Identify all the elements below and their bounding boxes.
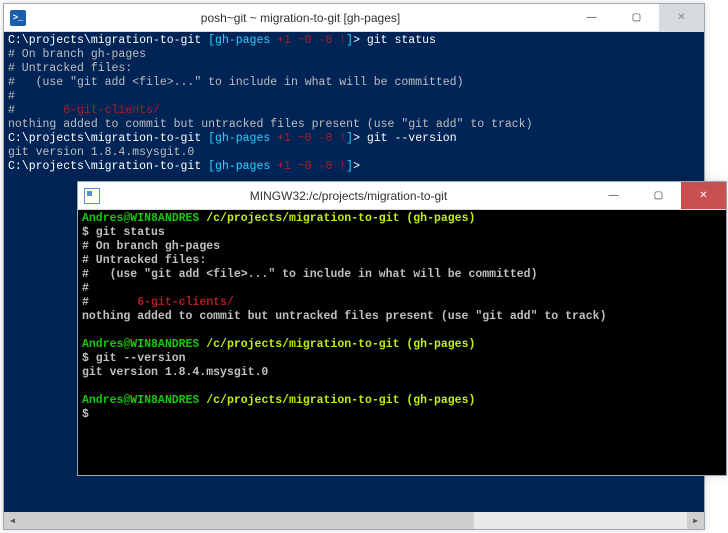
git-bash-window: MINGW32:/c/projects/migration-to-git — ▢… bbox=[77, 181, 727, 476]
terminal-line: # (use "git add <file>..." to include in… bbox=[8, 76, 700, 90]
terminal-line: git version 1.8.4.msysgit.0 bbox=[8, 146, 700, 160]
terminal-line: # (use "git add <file>..." to include in… bbox=[82, 268, 722, 282]
maximize-button[interactable]: ▢ bbox=[636, 182, 681, 209]
terminal-line bbox=[82, 380, 722, 394]
terminal-line: C:\projects\migration-to-git [gh-pages +… bbox=[8, 132, 700, 146]
close-button[interactable]: ✕ bbox=[681, 182, 726, 209]
minimize-button[interactable]: — bbox=[569, 4, 614, 31]
terminal-line: Andres@WIN8ANDRES /c/projects/migration-… bbox=[82, 212, 722, 226]
terminal-line: # On branch gh-pages bbox=[82, 240, 722, 254]
minimize-button[interactable]: — bbox=[591, 182, 636, 209]
git-bash-titlebar[interactable]: MINGW32:/c/projects/migration-to-git — ▢… bbox=[78, 182, 726, 210]
git-bash-icon bbox=[78, 182, 106, 210]
close-button[interactable]: ✕ bbox=[659, 4, 704, 31]
scroll-left-button[interactable]: ◀ bbox=[4, 512, 21, 529]
terminal-line: # 6-git-clients/ bbox=[8, 104, 700, 118]
window-controls: — ▢ ✕ bbox=[569, 4, 704, 31]
terminal-line: git version 1.8.4.msysgit.0 bbox=[82, 366, 722, 380]
git-bash-title: MINGW32:/c/projects/migration-to-git bbox=[106, 189, 591, 203]
maximize-button[interactable]: ▢ bbox=[614, 4, 659, 31]
terminal-line: nothing added to commit but untracked fi… bbox=[82, 310, 722, 324]
terminal-line: C:\projects\migration-to-git [gh-pages +… bbox=[8, 160, 700, 174]
window-controls: — ▢ ✕ bbox=[591, 182, 726, 209]
terminal-line: $ git status bbox=[82, 226, 722, 240]
powershell-icon: >_ bbox=[4, 4, 32, 32]
terminal-line: # bbox=[8, 90, 700, 104]
terminal-line: Andres@WIN8ANDRES /c/projects/migration-… bbox=[82, 338, 722, 352]
terminal-line: # Untracked files: bbox=[8, 62, 700, 76]
terminal-line: Andres@WIN8ANDRES /c/projects/migration-… bbox=[82, 394, 722, 408]
terminal-line: C:\projects\migration-to-git [gh-pages +… bbox=[8, 34, 700, 48]
terminal-line: # Untracked files: bbox=[82, 254, 722, 268]
terminal-line: $ bbox=[82, 408, 722, 422]
terminal-line: # On branch gh-pages bbox=[8, 48, 700, 62]
terminal-line: # 6-git-clients/ bbox=[82, 296, 722, 310]
scroll-thumb[interactable] bbox=[21, 512, 474, 529]
horizontal-scrollbar[interactable]: ◀ ▶ bbox=[4, 512, 704, 529]
git-bash-terminal[interactable]: Andres@WIN8ANDRES /c/projects/migration-… bbox=[78, 210, 726, 475]
scroll-track[interactable] bbox=[21, 512, 687, 529]
terminal-line: # bbox=[82, 282, 722, 296]
terminal-line: nothing added to commit but untracked fi… bbox=[8, 118, 700, 132]
powershell-title: posh~git ~ migration-to-git [gh-pages] bbox=[32, 11, 569, 25]
terminal-line bbox=[82, 324, 722, 338]
scroll-right-button[interactable]: ▶ bbox=[687, 512, 704, 529]
powershell-titlebar[interactable]: >_ posh~git ~ migration-to-git [gh-pages… bbox=[4, 4, 704, 32]
terminal-line: $ git --version bbox=[82, 352, 722, 366]
